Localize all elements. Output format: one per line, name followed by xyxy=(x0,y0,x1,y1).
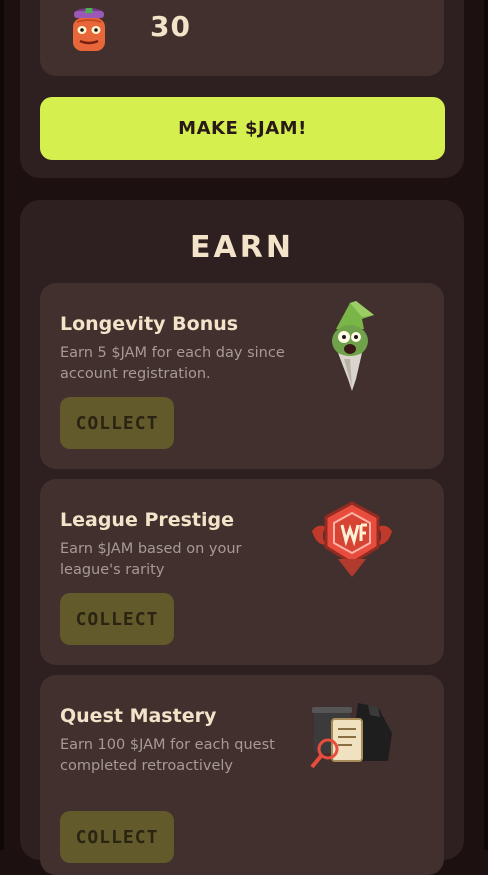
make-jam-button[interactable]: MAKE $JAM! xyxy=(40,97,445,160)
card-description: Earn 100 $JAM for each quest completed r… xyxy=(60,737,275,774)
collect-league-button[interactable]: COLLECT xyxy=(60,593,174,645)
jam-balance-value: 30 xyxy=(150,10,191,43)
card-title: Longevity Bonus xyxy=(60,313,239,335)
jam-jar-avatar-icon xyxy=(73,8,105,51)
window-frame-right xyxy=(484,0,488,850)
window-frame-left xyxy=(0,0,4,850)
earn-title: EARN xyxy=(190,230,294,265)
earn-card-longevity-bonus: Longevity Bonus Earn 5 $JAM for each day… xyxy=(40,283,444,469)
collect-quest-button[interactable]: COLLECT xyxy=(60,811,174,863)
quest-scroll-icon xyxy=(310,703,392,769)
earn-card-league-prestige: League Prestige Earn $JAM based on your … xyxy=(40,479,444,665)
card-description: Earn 5 $JAM for each day since account r… xyxy=(60,345,285,382)
wizard-icon xyxy=(332,301,374,391)
collect-longevity-button[interactable]: COLLECT xyxy=(60,397,174,449)
card-title: League Prestige xyxy=(60,509,235,531)
card-description: Earn $JAM based on your league's rarity xyxy=(60,541,242,578)
card-title: Quest Mastery xyxy=(60,705,217,727)
league-badge-icon xyxy=(312,501,392,577)
earn-card-quest-mastery: Quest Mastery Earn 100 $JAM for each que… xyxy=(40,675,444,875)
